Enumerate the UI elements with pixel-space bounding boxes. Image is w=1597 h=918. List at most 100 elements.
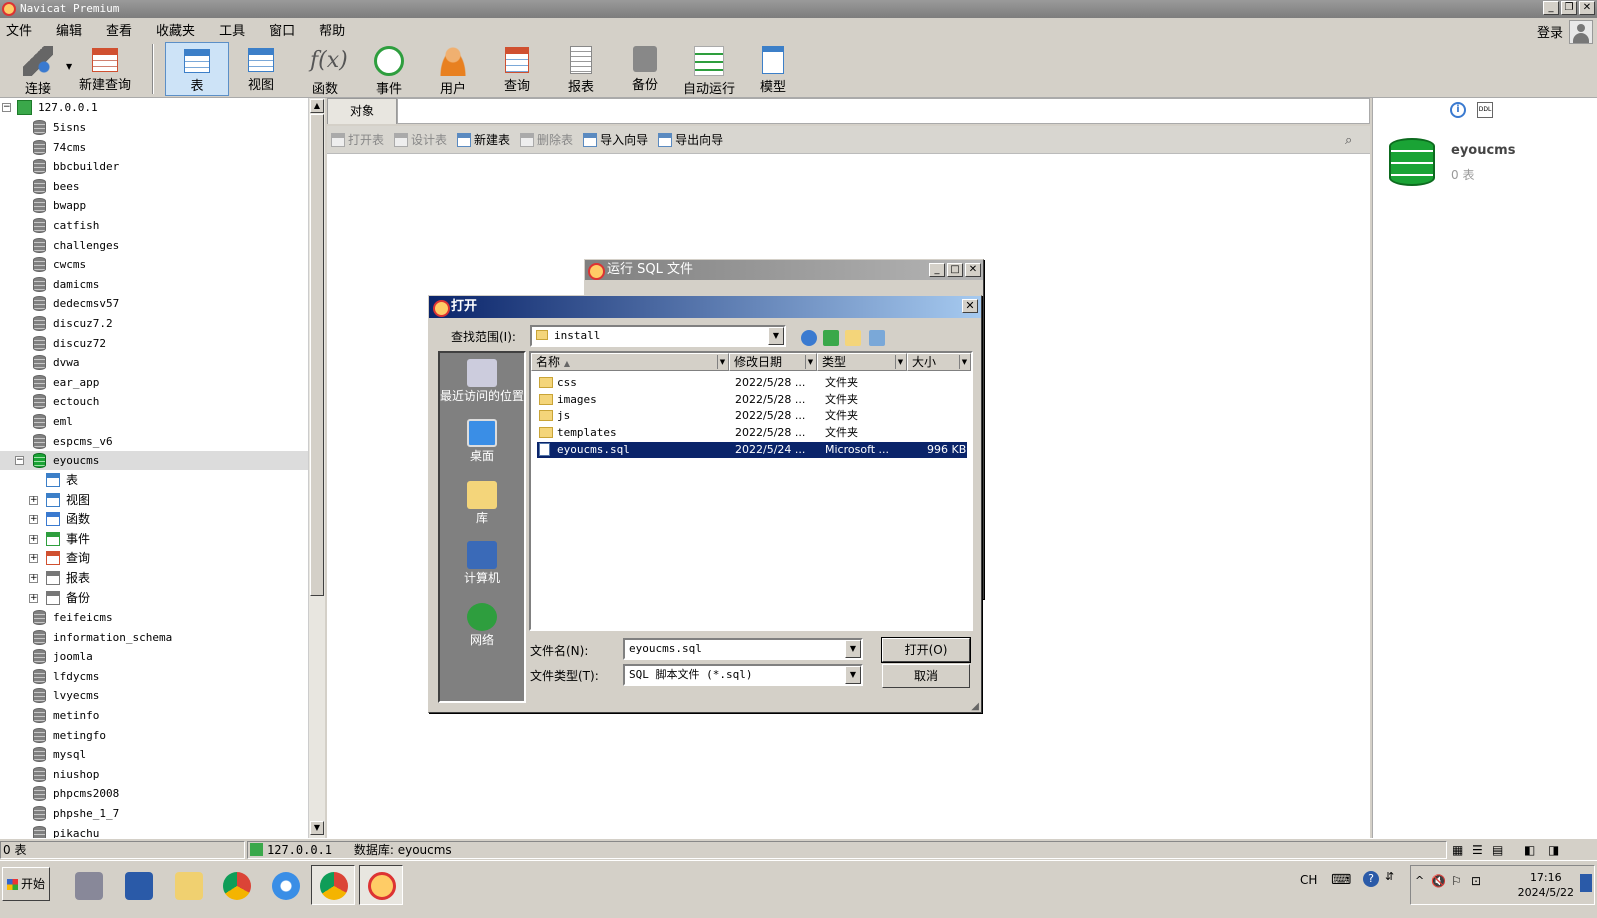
toolbar-event-button[interactable]: 事件 [357, 42, 421, 97]
object-tool-button[interactable]: 删除表 [520, 131, 573, 148]
tree-db-item[interactable]: 74cms [0, 138, 308, 157]
flag-icon[interactable]: ⚐ [1451, 874, 1462, 888]
clock[interactable]: 17:16 2024/5/22 [1518, 870, 1574, 900]
tree-child-item[interactable]: + 报表 [0, 569, 308, 588]
object-tool-button[interactable]: 导出向导 [658, 131, 723, 148]
taskbar-powershell[interactable] [116, 865, 160, 905]
column-date[interactable]: 修改日期 ▼ [729, 353, 817, 371]
file-row[interactable]: eyoucms.sql 2022/5/24 ... Microsoft ... 996… [536, 440, 968, 459]
tree-db-item[interactable]: phpshe_1_7 [0, 804, 308, 823]
menu-edit[interactable]: 编辑 [50, 20, 100, 39]
tab-objects[interactable]: 对象 [327, 98, 397, 124]
up-folder-icon[interactable] [823, 330, 839, 346]
collapse-icon[interactable]: − [15, 456, 24, 465]
tree-child-item[interactable]: 表 [0, 471, 308, 490]
file-row[interactable]: css 2022/5/28 ... 文件夹 [537, 375, 967, 391]
menu-tools[interactable]: 工具 [213, 20, 263, 39]
chevron-down-icon[interactable]: ▼ [717, 355, 727, 369]
close-button[interactable]: ✕ [1579, 1, 1595, 15]
list-view-icon[interactable]: ▦ [1452, 843, 1463, 857]
tree-db-item[interactable]: challenges [0, 236, 308, 255]
taskbar-server-manager[interactable] [66, 865, 110, 905]
info-icon[interactable]: i [1450, 102, 1466, 118]
left-pane-toggle-icon[interactable]: ◧ [1524, 843, 1535, 857]
sql-maximize-button[interactable]: □ [947, 263, 963, 277]
options-icon[interactable]: ⇵ [1385, 870, 1394, 883]
show-hidden-icons[interactable]: ^ [1415, 874, 1424, 887]
connect-dropdown-icon[interactable]: ▼ [66, 62, 72, 71]
toolbar-backup-button[interactable]: 备份 [613, 42, 677, 96]
toolbar-model-button[interactable]: 模型 [741, 42, 805, 96]
restore-button[interactable]: ❐ [1561, 1, 1577, 15]
right-pane-toggle-icon[interactable]: ◨ [1548, 843, 1559, 857]
toolbar-connect-button[interactable]: 连接 [6, 42, 70, 97]
toolbar-schedule-button[interactable]: 自动运行 [677, 42, 741, 97]
language-indicator[interactable]: CH [1300, 873, 1317, 887]
tree-db-item[interactable]: dedecmsv57 [0, 294, 308, 313]
open-dialog-close-button[interactable]: ✕ [962, 299, 978, 313]
cancel-button[interactable]: 取消 [882, 664, 970, 688]
keyboard-icon[interactable]: ⌨ [1331, 872, 1351, 888]
place-libraries[interactable]: 库 [440, 481, 524, 525]
column-name[interactable]: 名称 ▲ ▼ [531, 353, 729, 371]
tree-child-item[interactable]: + 查询 [0, 549, 308, 568]
tree-db-item[interactable]: metinfo [0, 706, 308, 725]
expand-icon[interactable]: + [29, 554, 38, 564]
expand-icon[interactable]: + [29, 593, 38, 603]
tree-db-item[interactable]: ectouch [0, 392, 308, 411]
file-row[interactable]: templates 2022/5/28 ... 文件夹 [537, 425, 967, 441]
menu-view[interactable]: 查看 [100, 20, 150, 39]
tree-child-item[interactable]: + 备份 [0, 589, 308, 608]
scroll-down-button[interactable]: ▼ [310, 821, 324, 835]
place-recent[interactable]: 最近访问的位置 [440, 359, 524, 403]
back-icon[interactable] [801, 330, 817, 346]
tree-db-item[interactable]: cwcms [0, 255, 308, 274]
login-link[interactable]: 登录 [1537, 22, 1563, 41]
tree-db-item[interactable]: ear_app [0, 373, 308, 392]
filetype-select[interactable]: SQL 脚本文件 (*.sql) ▼ [623, 664, 863, 686]
minimize-button[interactable]: _ [1543, 1, 1559, 15]
open-button[interactable]: 打开(O) [881, 637, 971, 663]
volume-icon[interactable]: 🔇 [1431, 874, 1446, 888]
menu-help[interactable]: 帮助 [313, 20, 363, 39]
er-view-icon[interactable]: ▤ [1492, 843, 1503, 857]
chevron-down-icon[interactable]: ▼ [768, 327, 784, 345]
place-network[interactable]: 网络 [440, 603, 524, 647]
network-icon[interactable]: ⊡ [1471, 874, 1481, 888]
chevron-down-icon[interactable]: ▼ [959, 355, 969, 369]
tree-db-item[interactable]: metingfo [0, 726, 308, 745]
new-folder-icon[interactable] [845, 330, 861, 346]
expand-icon[interactable]: + [29, 495, 38, 505]
object-tool-button[interactable]: 打开表 [331, 131, 384, 148]
taskbar-chrome-1[interactable] [214, 865, 258, 905]
place-desktop[interactable]: 桌面 [440, 419, 524, 463]
tree-db-item[interactable]: bwapp [0, 196, 308, 215]
place-computer[interactable]: 计算机 [440, 541, 524, 585]
tree-db-item[interactable]: espcms_v6 [0, 432, 308, 451]
file-list[interactable]: 名称 ▲ ▼ 修改日期 ▼ 类型 ▼ 大小 ▼ css 2022/5/28 ... 文件夹 i… [529, 351, 973, 631]
file-row[interactable]: js 2022/5/28 ... 文件夹 [537, 408, 967, 424]
start-button[interactable]: 开始 [2, 867, 50, 901]
tree-db-item[interactable]: eml [0, 412, 308, 431]
toolbar-table-button[interactable]: 表 [165, 42, 229, 96]
chevron-down-icon[interactable]: ▼ [845, 666, 861, 684]
scroll-thumb[interactable] [310, 114, 324, 596]
collapse-icon[interactable]: − [2, 103, 11, 112]
look-in-combo[interactable]: install ▼ [530, 325, 786, 347]
tree-db-item[interactable]: niushop [0, 765, 308, 784]
chevron-down-icon[interactable]: ▼ [805, 355, 815, 369]
expand-icon[interactable]: + [29, 534, 38, 544]
tree-db-item[interactable]: bees [0, 177, 308, 196]
expand-icon[interactable]: + [29, 515, 38, 525]
filename-input[interactable]: eyoucms.sql ▼ [623, 638, 863, 660]
file-row[interactable]: images 2022/5/28 ... 文件夹 [537, 392, 967, 408]
tree-db-item[interactable]: lfdycms [0, 667, 308, 686]
ddl-icon[interactable]: DDL [1477, 102, 1493, 118]
show-desktop-button[interactable] [1580, 874, 1592, 892]
object-tool-button[interactable]: 新建表 [457, 131, 510, 148]
view-menu-icon[interactable] [869, 330, 885, 346]
detail-view-icon[interactable]: ☰ [1472, 843, 1483, 857]
help-icon[interactable]: ? [1363, 871, 1379, 887]
toolbar-user-button[interactable]: 用户 [421, 42, 485, 97]
column-size[interactable]: 大小 ▼ [907, 353, 971, 371]
